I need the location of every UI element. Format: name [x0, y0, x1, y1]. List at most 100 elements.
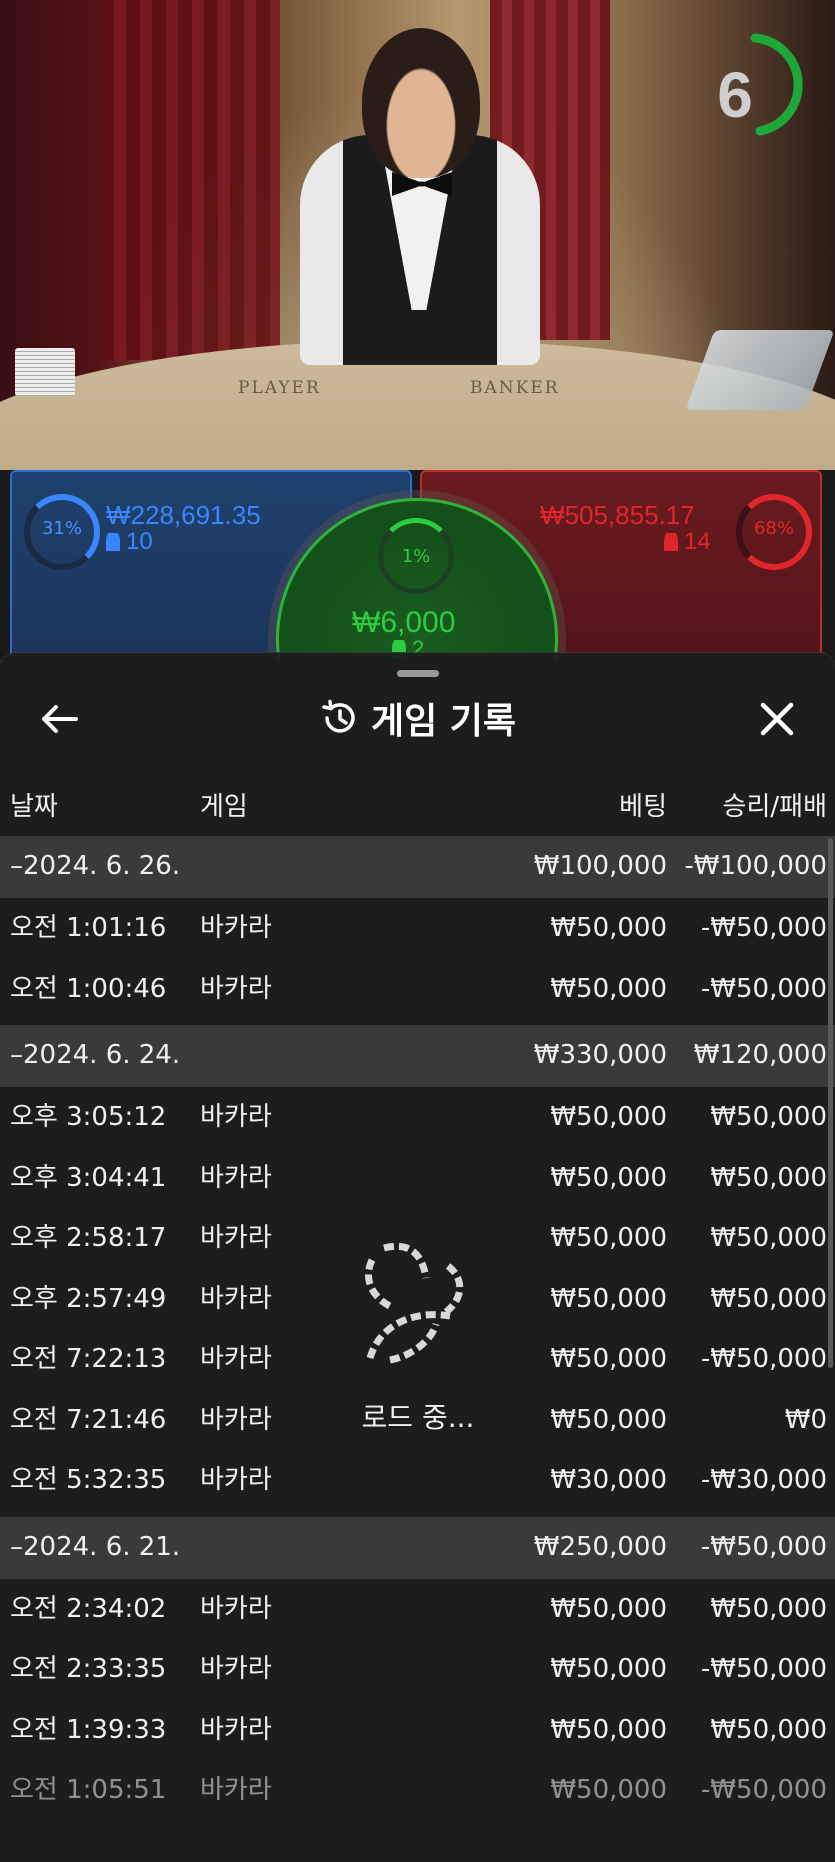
row-bet: ₩50,000 [550, 1593, 667, 1624]
countdown-timer: 6 [717, 59, 753, 131]
row-game: 바카라 [200, 973, 272, 1004]
person-icon [106, 533, 120, 551]
card-stack [15, 348, 75, 396]
row-game: 바카라 [200, 1465, 272, 1495]
row-time: 오전 5:32:35 [10, 1465, 167, 1495]
banker-count: 14 [664, 528, 711, 556]
history-row[interactable]: 오전 5:32:35 바카라 ₩30,000 -₩30,000 [0, 1450, 835, 1511]
dealer-head [362, 28, 480, 178]
loading-spinner-icon [364, 1242, 464, 1364]
row-bet: ₩50,000 [550, 1344, 667, 1374]
row-bet: ₩330,000 [533, 1040, 667, 1070]
banker-percent: 68% [753, 518, 794, 539]
row-time: 오전 1:01:16 [10, 913, 167, 943]
row-win-loss: -₩50,000 [700, 973, 827, 1004]
tie-amount: ₩6,000 [352, 606, 456, 639]
row-date: –2024. 6. 26. [10, 851, 181, 881]
row-win-loss: ₩50,000 [710, 1223, 827, 1253]
column-header-win-loss[interactable]: 승리/패배 [723, 786, 827, 823]
history-row[interactable]: 오전 1:01:16 바카라 ₩50,000 -₩50,000 [0, 898, 835, 959]
player-amount: ₩228,691.35 [106, 500, 261, 530]
row-bet: ₩50,000 [550, 1283, 667, 1314]
row-bet: ₩50,000 [550, 1102, 667, 1132]
row-date: –2024. 6. 24. [10, 1040, 181, 1070]
row-bet: ₩50,000 [550, 1775, 667, 1805]
row-game: 바카라 [200, 1102, 272, 1132]
row-win-loss: ₩50,000 [710, 1102, 827, 1132]
row-win-loss: ₩50,000 [710, 1714, 827, 1745]
date-group-row: –2024. 6. 24. ₩330,000 ₩120,000 [0, 1025, 835, 1087]
row-win-loss: ₩50,000 [710, 1283, 827, 1314]
row-bet: ₩50,000 [550, 1404, 667, 1435]
row-time: 오전 7:21:46 [10, 1404, 167, 1435]
table-label-player: PLAYER [238, 378, 321, 398]
row-win-loss: ₩50,000 [710, 1162, 827, 1193]
history-row[interactable]: 오전 1:00:46 바카라 ₩50,000 -₩50,000 [0, 959, 835, 1020]
row-win-loss: -₩50,000 [700, 1531, 827, 1562]
tie-percent: 1% [401, 546, 431, 567]
row-bet: ₩100,000 [533, 851, 667, 881]
row-game: 바카라 [200, 1593, 272, 1624]
history-row[interactable]: 오후 3:04:41 바카라 ₩50,000 ₩50,000 [0, 1148, 835, 1209]
row-bet: ₩50,000 [550, 913, 667, 943]
row-game: 바카라 [200, 1344, 272, 1374]
row-game: 바카라 [200, 913, 272, 943]
row-win-loss: -₩30,000 [700, 1465, 827, 1495]
scrollbar[interactable] [828, 838, 833, 1368]
row-time: 오후 2:58:17 [10, 1223, 167, 1253]
row-time: 오후 2:57:49 [10, 1283, 167, 1314]
banker-amount: ₩505,855.17 [540, 500, 695, 530]
history-row[interactable]: 오전 2:34:02 바카라 ₩50,000 ₩50,000 [0, 1579, 835, 1640]
curtain-left [100, 0, 280, 360]
row-bet: ₩50,000 [550, 1654, 667, 1684]
row-time: 오전 2:33:35 [10, 1654, 167, 1684]
player-percent: 31% [41, 518, 82, 539]
column-headers: 날짜 게임 베팅 승리/패배 [0, 786, 835, 826]
row-win-loss: ₩50,000 [710, 1593, 827, 1624]
column-header-game[interactable]: 게임 [200, 786, 248, 823]
row-time: 오전 1:05:51 [10, 1775, 167, 1805]
row-time: 오전 1:39:33 [10, 1714, 167, 1745]
history-row[interactable]: 오전 1:05:51 바카라 ₩50,000 -₩50,000 [0, 1760, 835, 1821]
row-game: 바카라 [200, 1404, 272, 1435]
history-icon [322, 699, 355, 733]
row-win-loss: -₩50,000 [700, 1775, 827, 1805]
row-time: 오후 3:05:12 [10, 1102, 167, 1132]
banker-count-value: 14 [684, 528, 711, 555]
sheet-drag-handle[interactable] [397, 670, 439, 677]
row-game: 바카라 [200, 1223, 272, 1253]
row-time: 오전 2:34:02 [10, 1593, 167, 1624]
table-label-banker: BANKER [470, 378, 560, 398]
close-icon[interactable] [754, 696, 800, 742]
loading-text: 로드 중... [361, 1401, 475, 1434]
row-bet: ₩50,000 [550, 1223, 667, 1253]
row-win-loss: -₩50,000 [700, 1344, 827, 1374]
row-game: 바카라 [200, 1162, 272, 1193]
date-group-row: –2024. 6. 26. ₩100,000 -₩100,000 [0, 836, 835, 898]
history-row[interactable]: 오전 1:39:33 바카라 ₩50,000 ₩50,000 [0, 1700, 835, 1761]
column-header-date[interactable]: 날짜 [10, 786, 58, 823]
row-win-loss: -₩100,000 [684, 851, 827, 881]
sheet-header: 게임 기록 [0, 692, 835, 744]
row-bet: ₩50,000 [550, 1162, 667, 1193]
row-game: 바카라 [200, 1283, 272, 1314]
row-game: 바카라 [200, 1714, 272, 1745]
row-bet: ₩30,000 [550, 1465, 667, 1495]
row-bet: ₩50,000 [550, 1714, 667, 1745]
history-row[interactable]: 오전 2:33:35 바카라 ₩50,000 -₩50,000 [0, 1639, 835, 1700]
column-header-bet[interactable]: 베팅 [619, 786, 667, 823]
person-icon [664, 533, 678, 551]
row-win-loss: ₩120,000 [693, 1040, 827, 1070]
row-game: 바카라 [200, 1654, 272, 1684]
row-game: 바카라 [200, 1775, 272, 1805]
player-count-value: 10 [126, 528, 153, 555]
row-bet: ₩50,000 [550, 973, 667, 1004]
row-time: 오전 1:00:46 [10, 973, 167, 1004]
sheet-title: 게임 기록 [370, 701, 516, 742]
player-count: 10 [106, 528, 153, 556]
row-win-loss: -₩50,000 [700, 1654, 827, 1684]
history-row[interactable]: 오후 3:05:12 바카라 ₩50,000 ₩50,000 [0, 1087, 835, 1148]
row-win-loss: -₩50,000 [700, 913, 827, 943]
row-time: 오전 7:22:13 [10, 1344, 167, 1374]
row-win-loss: ₩0 [784, 1404, 827, 1435]
